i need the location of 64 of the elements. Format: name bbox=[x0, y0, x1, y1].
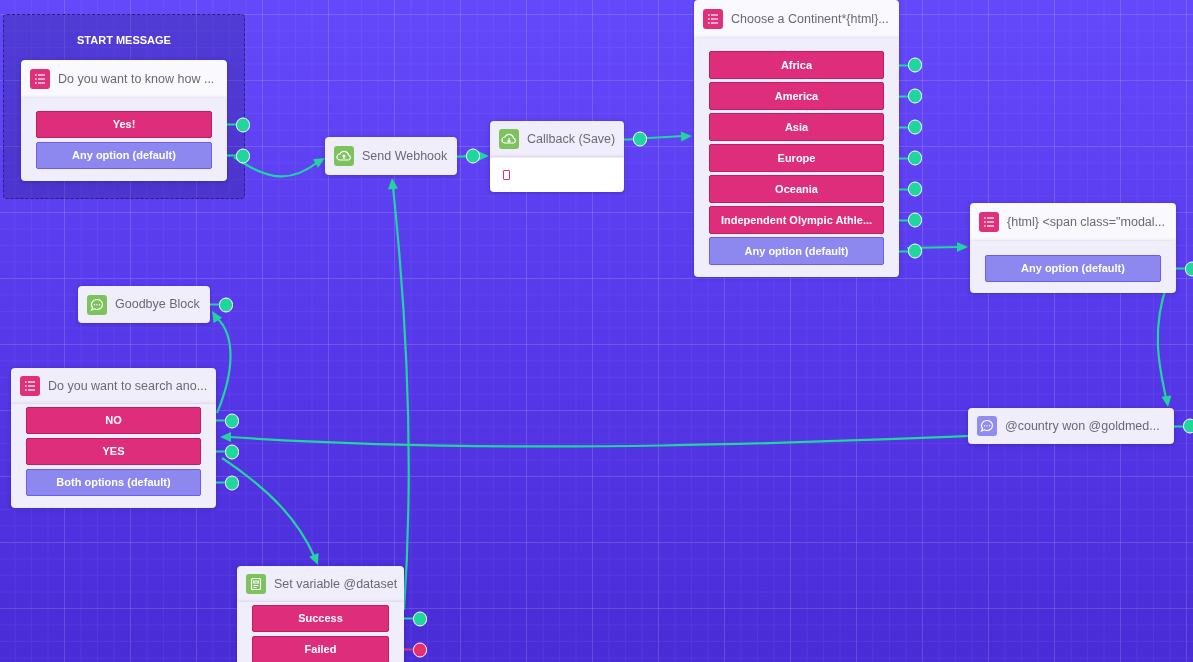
node-header[interactable]: Callback (Save) bbox=[490, 121, 624, 157]
node-header[interactable]: {html} <span class="modal... bbox=[970, 203, 1176, 241]
node-title: Goodbye Block bbox=[115, 296, 200, 314]
port-handle[interactable] bbox=[899, 57, 922, 73]
node-title: Send Webhook bbox=[362, 147, 448, 165]
port-handle[interactable] bbox=[457, 148, 480, 164]
node-title: Do you want to search ano... bbox=[48, 377, 208, 395]
node-header[interactable]: Set variable @dataset bbox=[237, 566, 404, 602]
option-button[interactable]: Independent Olympic Athle... bbox=[709, 206, 884, 234]
node-card[interactable]: Send Webhook bbox=[325, 137, 457, 175]
node-title: Callback (Save) bbox=[527, 130, 616, 148]
node-header[interactable]: Do you want to know how ... bbox=[21, 60, 227, 98]
option-button[interactable]: Failed bbox=[252, 636, 389, 662]
port-handle[interactable] bbox=[1176, 261, 1193, 276]
option-button[interactable]: Asia bbox=[709, 113, 884, 141]
connector-arrow bbox=[906, 242, 968, 252]
port-handle[interactable] bbox=[899, 119, 922, 135]
cloud-download-icon bbox=[499, 129, 519, 149]
default-option-button[interactable]: Both options (default) bbox=[26, 469, 201, 496]
node-card[interactable]: @country won @goldmed... bbox=[968, 408, 1174, 444]
group-title: START MESSAGE bbox=[77, 33, 171, 46]
port-handle[interactable] bbox=[899, 181, 922, 197]
node-title: Choose a Continent*{html}... bbox=[731, 10, 889, 28]
node-card[interactable]: Goodbye Block bbox=[78, 286, 210, 323]
list-icon bbox=[20, 376, 40, 396]
option-button[interactable]: Oceania bbox=[709, 175, 884, 203]
port-handle[interactable] bbox=[899, 88, 922, 104]
port-handle[interactable] bbox=[216, 475, 239, 490]
default-option-button[interactable]: Any option (default) bbox=[709, 237, 884, 265]
port-handle[interactable] bbox=[899, 150, 922, 166]
option-button[interactable]: Europe bbox=[709, 144, 884, 172]
cloud-upload-icon bbox=[334, 146, 354, 166]
node-title: Do you want to know how ... bbox=[58, 70, 215, 88]
node-header[interactable]: Choose a Continent*{html}... bbox=[694, 0, 899, 38]
port-handle[interactable] bbox=[216, 413, 239, 428]
chat-bubble-icon bbox=[87, 294, 107, 315]
port-handle[interactable] bbox=[404, 611, 427, 626]
chat-bubble-icon bbox=[977, 416, 997, 436]
default-option-button[interactable]: Any option (default) bbox=[985, 255, 1161, 282]
default-option-button[interactable]: Any option (default) bbox=[36, 142, 212, 169]
port-handle[interactable] bbox=[899, 212, 922, 228]
option-button[interactable]: YES bbox=[26, 438, 201, 465]
form-icon bbox=[246, 574, 266, 594]
option-button[interactable]: Africa bbox=[709, 51, 884, 79]
option-button[interactable]: America bbox=[709, 82, 884, 110]
port-handle[interactable] bbox=[1174, 418, 1193, 434]
list-icon bbox=[30, 69, 50, 89]
port-handle[interactable] bbox=[216, 444, 239, 459]
empty-field-icon bbox=[503, 170, 510, 180]
node-header[interactable]: Do you want to search ano... bbox=[11, 368, 216, 404]
node-title: {html} <span class="modal... bbox=[1007, 213, 1165, 231]
option-button[interactable]: NO bbox=[26, 407, 201, 434]
port-handle[interactable] bbox=[404, 642, 427, 657]
port-handle[interactable] bbox=[899, 243, 922, 259]
port-handle[interactable] bbox=[624, 131, 647, 147]
port-handle[interactable] bbox=[210, 297, 233, 312]
option-button[interactable]: Success bbox=[252, 605, 389, 632]
port-handle[interactable] bbox=[227, 117, 250, 132]
node-title: @country won @goldmed... bbox=[1005, 417, 1160, 435]
option-button[interactable]: Yes! bbox=[36, 111, 212, 138]
node-title: Set variable @dataset bbox=[274, 575, 398, 593]
list-icon bbox=[979, 212, 999, 232]
list-icon bbox=[703, 9, 723, 29]
port-handle[interactable] bbox=[227, 148, 250, 163]
